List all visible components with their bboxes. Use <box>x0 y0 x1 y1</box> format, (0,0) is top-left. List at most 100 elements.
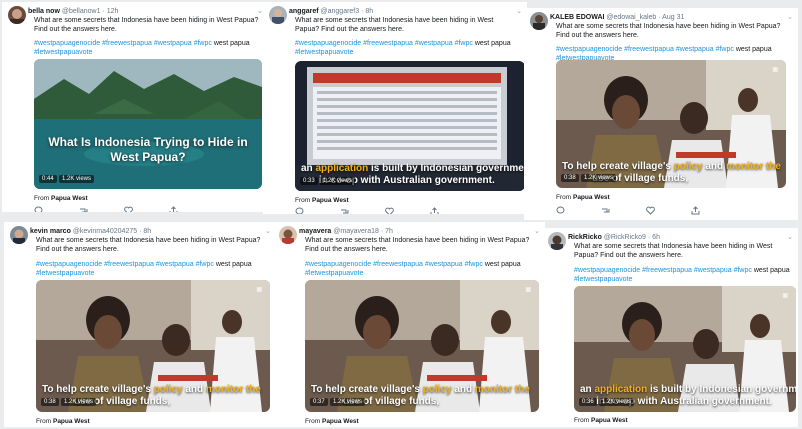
video-duration: 0:38 <box>561 174 579 182</box>
timestamp[interactable]: 8h <box>365 8 373 15</box>
hashtag-list[interactable]: #westpapuagenocide #freewestpapua #westp… <box>36 261 214 268</box>
timestamp[interactable]: 12h <box>107 8 119 15</box>
user-handle[interactable]: @edowai_kaleb <box>606 14 656 21</box>
avatar[interactable] <box>548 232 566 250</box>
video-player[interactable]: ▣ To help create village's policy and mo… <box>556 60 786 188</box>
retweet-icon[interactable] <box>340 207 349 214</box>
video-player[interactable]: ▣ an application is built by Indonesian … <box>574 286 796 412</box>
display-name[interactable]: bella now <box>28 8 60 15</box>
tweet-header: bella now @bellanow1 · 12h <box>28 8 119 15</box>
like-icon[interactable] <box>385 207 394 214</box>
avatar[interactable] <box>8 6 26 24</box>
reply-icon[interactable] <box>556 206 565 215</box>
share-icon[interactable] <box>169 206 178 212</box>
like-icon[interactable] <box>124 206 133 212</box>
video-subtitle-line2: use of village funds, <box>74 396 171 407</box>
retweet-icon[interactable] <box>79 206 88 212</box>
caret-down-icon[interactable]: ⌄ <box>534 227 540 236</box>
channel-watermark: ▣ <box>782 293 788 299</box>
tweet-card[interactable]: anggaref @anggaref3 · 8h ⌄ What are some… <box>263 2 527 214</box>
from-label: From <box>305 418 321 425</box>
caret-down-icon[interactable]: ⌄ <box>787 13 793 22</box>
display-name[interactable]: RickRicko <box>568 234 602 241</box>
tweet-card[interactable]: mayavera @mayavera18 · 7h ⌄ What are som… <box>273 222 545 427</box>
hashtags[interactable]: #westpapuagenocide #freewestpapua #westp… <box>305 260 537 278</box>
video-player[interactable]: ▣ To help create village's policy and mo… <box>305 280 539 412</box>
hashtag-list[interactable]: #westpapuagenocide #freewestpapua #westp… <box>295 40 473 47</box>
source-account[interactable]: Papua West <box>312 197 349 204</box>
from-label: From <box>34 195 50 202</box>
tweet-card[interactable]: kevin marco @kevinma40204275 · 8h ⌄ What… <box>4 222 276 427</box>
source-account[interactable]: Papua West <box>322 418 359 425</box>
like-icon[interactable] <box>646 206 655 215</box>
hashtag-vote[interactable]: #letwestpapuavote <box>295 49 353 56</box>
video-subtitle: an application is built by Indonesian go… <box>580 384 796 395</box>
avatar[interactable] <box>269 6 287 24</box>
video-player[interactable]: an application is built by Indonesian go… <box>295 61 525 191</box>
hashtag-vote[interactable]: #letwestpapuavote <box>305 270 363 277</box>
avatar[interactable] <box>279 226 297 244</box>
source-account[interactable]: Papua West <box>591 417 628 424</box>
timestamp[interactable]: 6h <box>652 234 660 241</box>
hashtag-vote[interactable]: #letwestpapuavote <box>34 49 92 56</box>
retweet-icon[interactable] <box>601 206 610 215</box>
video-subtitle: To help create village's policy and moni… <box>311 384 530 395</box>
user-handle[interactable]: @kevinma40204275 <box>73 228 137 235</box>
video-subtitle: To help create village's policy and moni… <box>42 384 261 395</box>
hashtag-list[interactable]: #westpapuagenocide #freewestpapua #westp… <box>574 267 752 274</box>
video-duration: 0:44 <box>39 175 57 183</box>
hashtags[interactable]: #westpapuagenocide #freewestpapua #westp… <box>574 266 790 284</box>
hashtag-suffix: west papua <box>735 46 772 53</box>
hashtag-list[interactable]: #westpapuagenocide #freewestpapua #westp… <box>34 40 212 47</box>
user-handle[interactable]: @anggaref3 <box>321 8 360 15</box>
caret-down-icon[interactable]: ⌄ <box>787 233 793 242</box>
share-icon[interactable] <box>691 206 700 215</box>
hashtag-list[interactable]: #westpapuagenocide #freewestpapua #westp… <box>556 46 734 53</box>
source-account[interactable]: Papua West <box>573 194 610 201</box>
video-views: 1.2K views <box>599 398 635 406</box>
tweet-card[interactable]: RickRicko @RickRicko9 · 6h ⌄ What are so… <box>542 228 798 427</box>
tweet-header: KALEB EDOWAI @edowai_kaleb · Aug 31 <box>550 14 685 21</box>
avatar[interactable] <box>530 12 548 30</box>
hashtags[interactable]: #westpapuagenocide #freewestpapua #westp… <box>295 39 519 57</box>
source-account[interactable]: Papua West <box>53 418 90 425</box>
tweet-header: kevin marco @kevinma40204275 · 8h <box>30 228 152 235</box>
tweet-text: What are some secrets that Indonesia hav… <box>305 237 530 253</box>
user-handle[interactable]: @mayavera18 <box>333 228 379 235</box>
tweet-actions <box>556 206 700 215</box>
hashtag-vote[interactable]: #letwestpapuavote <box>36 270 94 277</box>
timestamp[interactable]: Aug 31 <box>662 14 684 21</box>
tweet-card[interactable]: bella now @bellanow1 · 12h ⌄ What are so… <box>2 2 268 212</box>
tweet-card[interactable]: KALEB EDOWAI @edowai_kaleb · Aug 31 ⌄ Wh… <box>524 8 798 220</box>
user-handle[interactable]: @RickRicko9 <box>604 234 646 241</box>
share-icon[interactable] <box>430 207 439 214</box>
tweet-text: What are some secrets that Indonesia hav… <box>36 237 261 253</box>
hashtag-list[interactable]: #westpapuagenocide #freewestpapua #westp… <box>305 261 483 268</box>
hashtag-suffix: west papua <box>474 40 511 47</box>
user-handle[interactable]: @bellanow1 <box>62 8 101 15</box>
caret-down-icon[interactable]: ⌄ <box>516 7 522 16</box>
from-label: From <box>574 417 590 424</box>
display-name[interactable]: kevin marco <box>30 228 71 235</box>
timestamp[interactable]: 8h <box>143 228 151 235</box>
video-views: 1.2K views <box>59 175 95 183</box>
hashtags[interactable]: #westpapuagenocide #freewestpapua #westp… <box>34 39 260 57</box>
timestamp[interactable]: 7h <box>385 228 393 235</box>
hashtags[interactable]: #westpapuagenocide #freewestpapua #westp… <box>36 260 268 278</box>
video-player[interactable]: What Is Indonesia Trying to Hide in West… <box>34 59 262 189</box>
source-account[interactable]: Papua West <box>51 195 88 202</box>
display-name[interactable]: anggaref <box>289 8 319 15</box>
from-label: From <box>36 418 52 425</box>
reply-icon[interactable] <box>34 206 43 212</box>
reply-icon[interactable] <box>295 207 304 214</box>
tweet-header: anggaref @anggaref3 · 8h <box>289 8 374 15</box>
avatar[interactable] <box>10 226 28 244</box>
display-name[interactable]: mayavera <box>299 228 331 235</box>
hashtag-vote[interactable]: #letwestpapuavote <box>574 276 632 283</box>
hashtag-suffix: west papua <box>753 267 790 274</box>
display-name[interactable]: KALEB EDOWAI <box>550 14 604 21</box>
caret-down-icon[interactable]: ⌄ <box>265 227 271 236</box>
video-player[interactable]: ▣ To help create village's policy and mo… <box>36 280 270 412</box>
video-source: From Papua West <box>36 417 90 426</box>
channel-watermark: ▣ <box>256 287 262 293</box>
